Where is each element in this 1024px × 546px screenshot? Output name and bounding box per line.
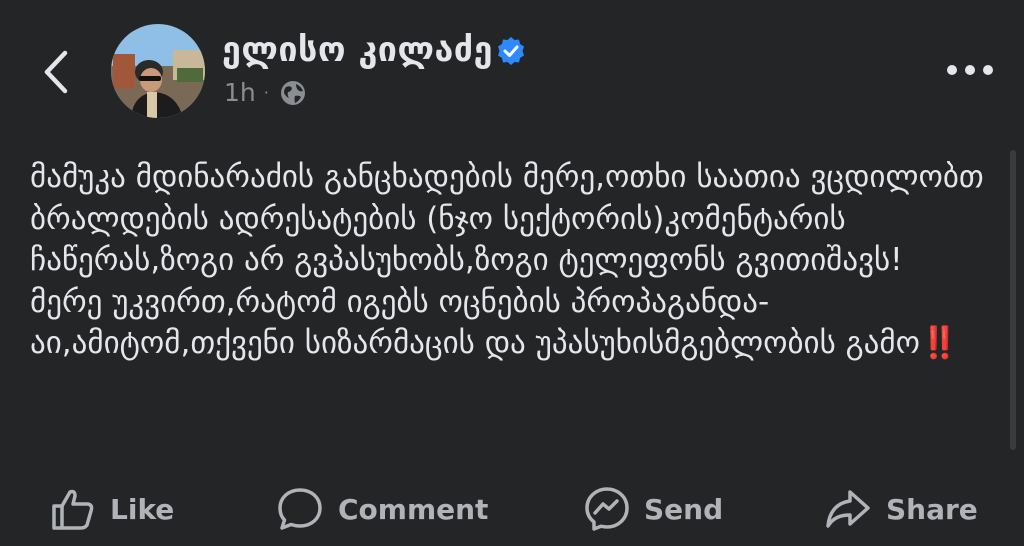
comment-button[interactable]: Comment (276, 486, 488, 532)
post-header: ელისო კილაძე 1h · (0, 0, 1024, 140)
send-button[interactable]: Send (584, 486, 723, 532)
comment-icon (278, 488, 322, 530)
globe-icon[interactable] (279, 79, 307, 107)
like-label: Like (110, 492, 175, 526)
share-button[interactable]: Share (824, 486, 978, 532)
scrollbar[interactable] (1010, 150, 1016, 450)
chevron-left-icon (44, 50, 68, 94)
verified-badge-icon (498, 37, 524, 65)
comment-label: Comment (338, 492, 489, 526)
emphasis-marks: ‼️ (919, 325, 959, 361)
like-button[interactable]: Like (50, 486, 174, 532)
share-icon (826, 490, 870, 528)
post-actions-bar: Like Comment Send Share (0, 486, 1024, 546)
post-body: მამუკა მდინარაძის განცხადების მერე,ოთხი … (30, 159, 984, 361)
share-label: Share (886, 492, 978, 526)
author-name[interactable]: ელისო კილაძე (222, 30, 493, 70)
more-horizontal-icon (947, 65, 993, 75)
more-options-button[interactable] (940, 50, 1000, 90)
separator: · (263, 83, 269, 102)
messenger-icon (585, 487, 629, 531)
timestamp[interactable]: 1h (224, 78, 256, 107)
thumbs-up-icon (52, 489, 94, 530)
post-meta: 1h · (224, 78, 307, 107)
send-label: Send (644, 492, 724, 526)
avatar[interactable] (111, 24, 205, 118)
post-text: მამუკა მდინარაძის განცხადების მერე,ოთხი … (30, 157, 990, 365)
avatar-photo (111, 24, 205, 118)
back-button[interactable] (32, 44, 80, 100)
